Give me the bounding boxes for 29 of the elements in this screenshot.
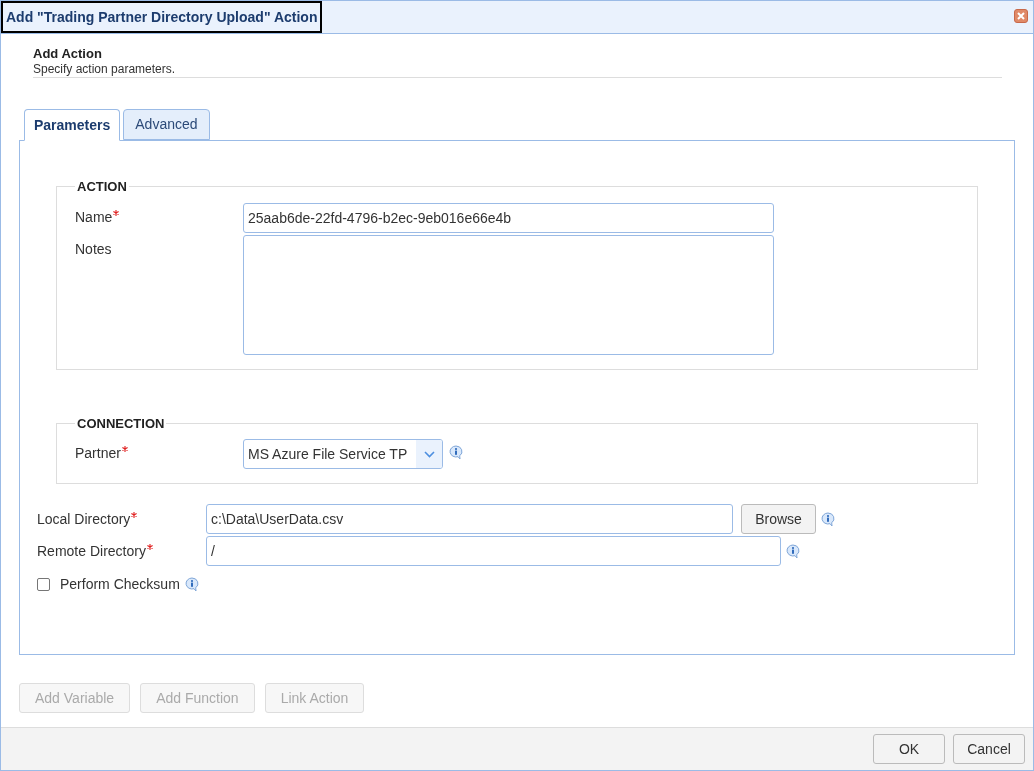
field-label: Notes	[75, 239, 112, 259]
notes-field[interactable]	[243, 234, 774, 355]
window-title: Add "Trading Partner Directory Upload" Action	[1, 1, 323, 33]
field-label: Partner	[75, 444, 121, 463]
info-icon[interactable]	[184, 577, 199, 592]
local-directory-field[interactable]: c:\Data\UserData.csv	[206, 504, 733, 534]
header-subtitle: Specify action parameters.	[33, 62, 177, 76]
dialog-button[interactable]: Cancel	[953, 734, 1025, 764]
header-title: Add Action	[33, 46, 103, 62]
remote-directory-field[interactable]: /	[206, 536, 781, 566]
browse-button[interactable]: Browse	[741, 504, 816, 534]
section-title: CONNECTION	[76, 414, 166, 433]
close-icon	[1017, 12, 1025, 20]
checkbox-label: Perform Checksum	[60, 575, 180, 594]
close-button[interactable]	[1014, 9, 1028, 23]
dialog-button[interactable]: OK	[873, 734, 945, 764]
field-label: Remote Directory	[37, 541, 146, 561]
field-label: Name	[75, 207, 113, 227]
info-icon[interactable]	[449, 445, 463, 460]
chevron-down-icon	[423, 450, 435, 458]
tab[interactable]: Parameters	[24, 109, 121, 141]
field-label: Local Directory	[37, 509, 131, 529]
name-field[interactable]: 25aab6de-22fd-4796-b2ec-9eb016e66e4b	[243, 202, 774, 233]
section-title: ACTION	[76, 178, 128, 196]
partner-dropdown[interactable]: MS Azure File Service TP	[243, 439, 443, 469]
info-icon[interactable]	[786, 543, 800, 559]
tab[interactable]: Advanced	[123, 109, 210, 140]
info-icon[interactable]	[821, 511, 835, 527]
checkbox[interactable]	[37, 578, 50, 591]
